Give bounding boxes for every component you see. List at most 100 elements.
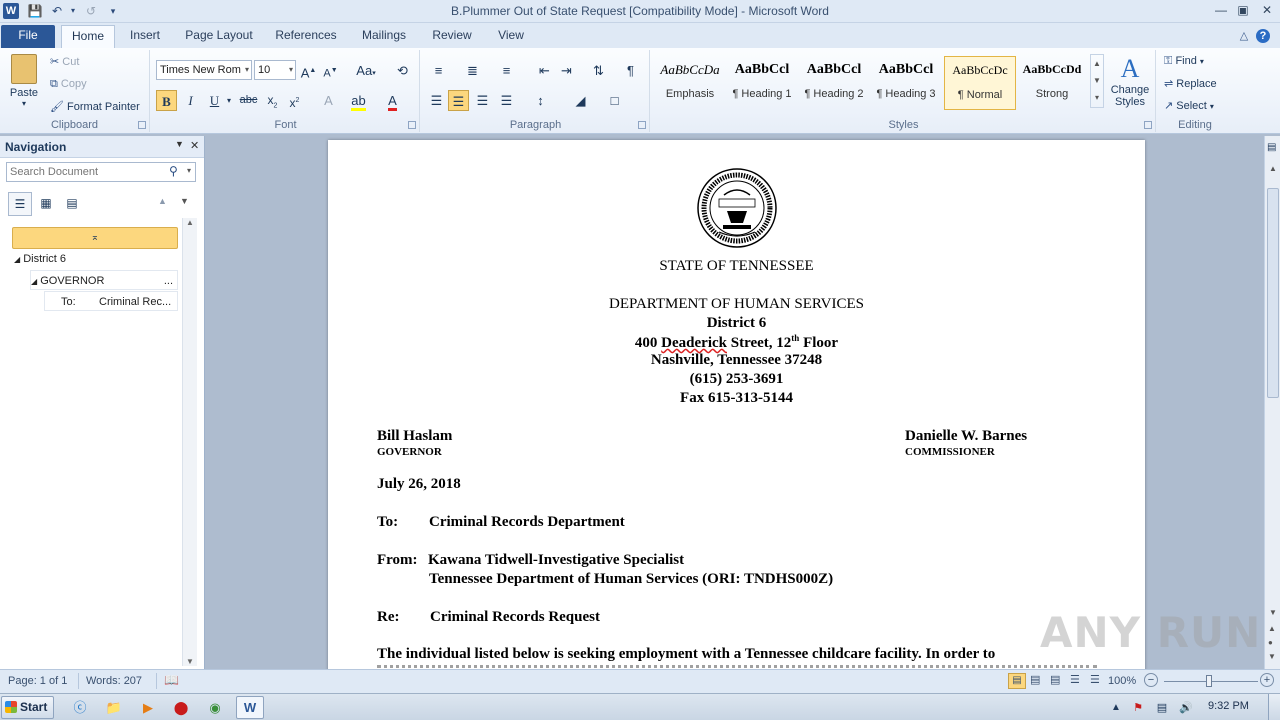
file-explorer-icon[interactable]: 📁 [104,698,124,718]
word-count[interactable]: Words: 207 [86,675,142,687]
nav-top-heading[interactable]: ⌅ [12,227,178,249]
align-right-button[interactable]: ☰ [472,90,493,111]
browse-pages-tab[interactable]: ▦ [34,192,58,216]
action-center-icon[interactable]: ⚑ [1128,698,1148,718]
line-spacing-button[interactable]: ↕ [530,90,551,111]
collapse-icon[interactable]: ◢ [14,255,20,264]
clock[interactable]: 9:32 PM [1208,700,1249,712]
change-styles-button[interactable]: A Change Styles [1106,54,1154,108]
show-hidden-icons[interactable]: ▲ [1106,698,1126,718]
zoom-level[interactable]: 100% [1108,675,1136,687]
subscript-button[interactable]: x2 [262,90,283,111]
tab-page-layout[interactable]: Page Layout [178,25,260,48]
browse-headings-tab[interactable]: ☰ [8,192,32,216]
full-screen-view-icon[interactable]: ▤ [1030,673,1040,686]
style-emphasis[interactable]: AaBbCcDa Emphasis [654,56,726,110]
bullets-button[interactable]: ≡ [428,60,449,81]
font-size-dropdown-icon[interactable]: ▾ [289,61,293,79]
search-dropdown-icon[interactable]: ▾ [187,166,191,175]
style-heading-2[interactable]: AaBbCcl ¶ Heading 2 [798,56,870,110]
previous-heading-icon[interactable]: ▲ [158,196,167,206]
format-painter-button[interactable]: 🖌 Format Painter [50,100,140,113]
internet-explorer-icon[interactable]: ⓒ [70,698,90,718]
ruler-toggle-icon[interactable]: ▤ [1267,142,1276,153]
maximize-button[interactable]: ▣ [1232,1,1254,19]
search-document-box[interactable]: ⚲ ▾ [6,162,196,182]
styles-scroll-buttons[interactable]: ▲ ▼ ▾ [1090,54,1104,108]
chrome-icon[interactable]: ◉ [205,698,225,718]
style-heading-1[interactable]: AaBbCcl ¶ Heading 1 [726,56,798,110]
network-icon[interactable]: ▤ [1152,698,1172,718]
align-center-button[interactable]: ☰ [448,90,469,111]
highlight-button[interactable]: ab [348,90,369,111]
cut-button[interactable]: ✂ Cut [50,55,79,68]
proofing-icon[interactable]: 📖 [164,673,179,687]
decrease-indent-button[interactable]: ⇤ [534,60,555,81]
show-formatting-button[interactable]: ¶ [620,60,641,81]
clear-formatting-button[interactable]: ⟲ [392,60,413,81]
shading-button[interactable]: ◢ [570,90,591,111]
scroll-down-icon[interactable]: ▼ [1269,608,1277,617]
browse-results-tab[interactable]: ▤ [60,192,84,216]
style-normal[interactable]: AaBbCcDc ¶ Normal [944,56,1016,110]
italic-button[interactable]: I [180,90,201,111]
style-heading-3[interactable]: AaBbCcl ¶ Heading 3 [870,56,942,110]
document-vertical-scrollbar[interactable]: ▤ ▲ ▼ ▲ ● ▼ [1264,136,1280,669]
nav-scroll-down-icon[interactable]: ▼ [183,657,197,666]
start-button[interactable]: Start [1,696,54,719]
style-strong[interactable]: AaBbCcDd Strong [1016,56,1088,110]
next-heading-icon[interactable]: ▼ [180,196,189,206]
media-player-icon[interactable]: ▶ [138,698,158,718]
nav-scroll-up-icon[interactable]: ▲ [183,218,197,227]
scroll-thumb[interactable] [1267,188,1279,398]
select-button[interactable]: ↗ Select ▾ [1164,99,1214,112]
justify-button[interactable]: ☰ [496,90,517,111]
styles-launcher-icon[interactable] [1144,121,1152,129]
replace-button[interactable]: ⇌ Replace [1164,77,1217,90]
text-effects-button[interactable]: A [318,90,339,111]
bold-button[interactable]: B [156,90,177,111]
multilevel-list-button[interactable]: ≡ [496,60,517,81]
scroll-up-icon[interactable]: ▲ [1269,164,1277,173]
tab-insert[interactable]: Insert [120,25,170,48]
previous-page-icon[interactable]: ▲ [1268,624,1276,633]
outline-view-icon[interactable]: ☰ [1070,673,1080,686]
grow-font-button[interactable]: A▲ [298,60,319,81]
underline-dropdown-icon[interactable]: ▾ [224,90,234,111]
change-case-button[interactable]: Aa▾ [352,60,380,81]
print-layout-view-icon[interactable]: ▤ [1008,673,1026,689]
tab-mailings[interactable]: Mailings [352,25,416,48]
font-name-box[interactable]: Times New Rom ▾ [156,60,252,80]
clipboard-launcher-icon[interactable] [138,121,146,129]
help-icon[interactable]: ? [1256,29,1270,43]
volume-icon[interactable]: 🔊 [1176,698,1196,718]
font-name-dropdown-icon[interactable]: ▾ [245,61,249,79]
sort-button[interactable]: ⇅ [588,60,609,81]
next-page-icon[interactable]: ▼ [1268,652,1276,661]
font-size-box[interactable]: 10 ▾ [254,60,296,80]
page-count[interactable]: Page: 1 of 1 [8,675,67,687]
find-button[interactable]: ⚿ Find ▾ [1164,55,1204,68]
show-desktop-button[interactable] [1268,694,1280,720]
font-launcher-icon[interactable] [408,121,416,129]
draft-view-icon[interactable]: ☰ [1090,673,1100,686]
strikethrough-button[interactable]: abc [238,90,259,111]
select-browse-object-icon[interactable]: ● [1268,638,1273,647]
nav-close-icon[interactable]: ✕ [190,139,199,152]
tab-review[interactable]: Review [424,25,480,48]
nav-heading-district-6[interactable]: ◢ District 6 [14,249,176,269]
align-left-button[interactable]: ☰ [426,90,447,111]
nav-heading-governor[interactable]: ◢ GOVERNOR... [30,270,178,290]
paste-button[interactable]: Paste ▾ [8,54,40,108]
minimize-button[interactable]: — [1210,1,1232,19]
antivirus-icon[interactable]: ⬤ [171,698,191,718]
minimize-ribbon-icon[interactable]: △ [1236,28,1252,44]
tab-view[interactable]: View [488,25,534,48]
close-window-button[interactable]: ✕ [1256,1,1278,19]
document-page[interactable]: STATE OF TENNESSEE DEPARTMENT OF HUMAN S… [328,140,1145,669]
copy-button[interactable]: ⧉ Copy [50,78,87,91]
paragraph-launcher-icon[interactable] [638,121,646,129]
numbering-button[interactable]: ≣ [462,60,483,81]
zoom-in-icon[interactable]: + [1260,673,1274,687]
nav-options-dropdown-icon[interactable]: ▼ [175,139,184,149]
